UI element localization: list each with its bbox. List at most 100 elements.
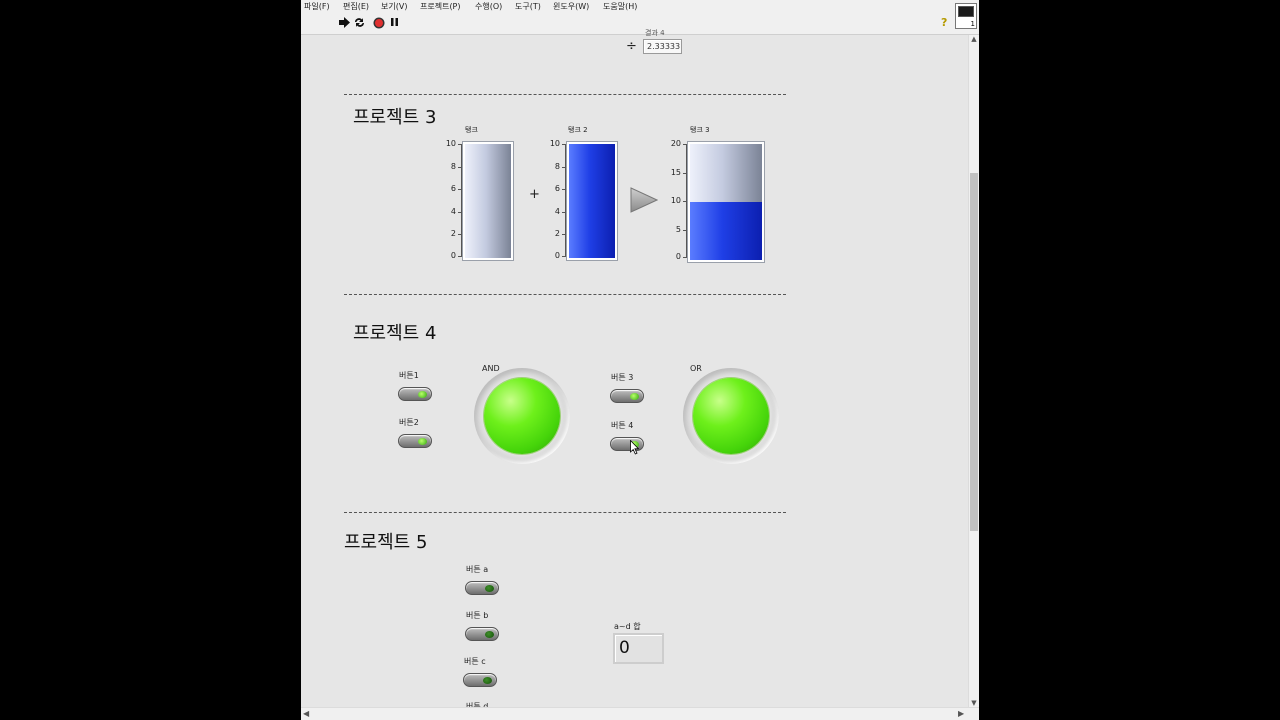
button3-led xyxy=(630,393,639,400)
tank2-tick-label: 4 xyxy=(554,206,560,216)
and-led xyxy=(474,368,570,464)
tank3-tick-label: 10 xyxy=(670,196,681,205)
pause-icon[interactable] xyxy=(390,17,399,30)
labview-front-panel-window: 파일(F) 편집(E) 보기(V) 프로젝트(P) 수행(O) 도구(T) 윈도… xyxy=(301,0,979,720)
play-triangle-icon xyxy=(630,187,658,213)
tank2[interactable] xyxy=(567,142,617,260)
tank3-tick-label: 0 xyxy=(675,252,681,261)
tank1-tick xyxy=(458,166,462,168)
menu-edit[interactable]: 편집(E) xyxy=(343,1,369,12)
run-arrow-icon[interactable] xyxy=(339,17,350,31)
menu-view[interactable]: 보기(V) xyxy=(381,1,407,12)
mouse-cursor-icon xyxy=(630,440,640,455)
context-help-icon[interactable]: ? xyxy=(941,17,947,29)
tank1-tick-label: 10 xyxy=(445,139,456,148)
tank2-fill xyxy=(569,144,615,258)
front-panel-canvas: 결과 4 ÷ 2.33333 프로젝트 3 탱크 10 8 6 4 2 0 + … xyxy=(301,29,968,711)
tank1-tick-label: 0 xyxy=(450,251,456,260)
tank2-tick xyxy=(562,256,566,257)
tank2-tick-label: 6 xyxy=(554,184,560,194)
tank2-tick xyxy=(562,189,566,191)
tank3-tick xyxy=(683,257,687,258)
horizontal-scrollbar[interactable]: ◀ ▶ xyxy=(301,707,979,720)
tank3-scale: 20 15 10 5 0 xyxy=(660,140,687,261)
menu-project[interactable]: 프로젝트(P) xyxy=(420,1,461,12)
tank1-tick-label: 6 xyxy=(450,184,456,194)
abort-stop-icon[interactable] xyxy=(373,17,385,32)
or-led-bulb xyxy=(693,378,769,454)
button1-label: 버튼1 xyxy=(399,371,419,380)
tank3-tick-label: 20 xyxy=(670,139,681,148)
menu-file[interactable]: 파일(F) xyxy=(304,1,330,12)
tank1-tick xyxy=(458,234,462,236)
tank2-scale: 10 8 6 4 2 0 xyxy=(539,140,566,260)
scroll-left-icon[interactable]: ◀ xyxy=(303,709,309,718)
button-a-switch[interactable] xyxy=(465,581,499,595)
tank2-tick xyxy=(562,166,566,168)
button1-led xyxy=(418,391,427,398)
toolbar: ? xyxy=(301,14,979,35)
tank2-tick xyxy=(562,211,566,213)
tank3-tick xyxy=(683,172,687,174)
button-b-label: 버튼 b xyxy=(466,611,489,620)
vi-icon-screen xyxy=(958,6,974,17)
tank1-tick xyxy=(458,256,462,257)
tank2-tick-label: 0 xyxy=(554,251,560,260)
project5-title: 프로젝트 5 xyxy=(344,532,428,553)
scroll-right-icon[interactable]: ▶ xyxy=(958,709,964,718)
section-divider xyxy=(344,94,786,95)
tank1-label: 탱크 xyxy=(465,126,478,134)
menu-operate[interactable]: 수행(O) xyxy=(475,1,502,12)
run-continuously-icon[interactable] xyxy=(354,17,365,31)
menu-help[interactable]: 도움말(H) xyxy=(603,1,637,12)
tank2-tick xyxy=(562,234,566,236)
vertical-scroll-thumb[interactable] xyxy=(970,173,978,531)
vi-icon[interactable]: 1 xyxy=(955,3,977,29)
tank3-fill xyxy=(690,202,762,260)
sum-label: a~d 합 xyxy=(614,622,641,631)
menu-window[interactable]: 윈도우(W) xyxy=(553,1,589,12)
tank2-tick-label: 10 xyxy=(549,139,560,148)
project3-title: 프로젝트 3 xyxy=(353,107,437,128)
and-led-bulb xyxy=(484,378,560,454)
project4-title: 프로젝트 4 xyxy=(353,323,437,344)
tank3-label: 탱크 3 xyxy=(690,126,710,134)
button4-label: 버튼 4 xyxy=(611,421,634,430)
button-a-label: 버튼 a xyxy=(466,565,489,574)
tank1-tick-label: 8 xyxy=(450,161,456,171)
divide-symbol: ÷ xyxy=(626,39,637,54)
button1-switch[interactable] xyxy=(398,387,432,401)
tank2-tick-label: 8 xyxy=(554,161,560,171)
button-c-label: 버튼 c xyxy=(464,657,486,666)
button2-switch[interactable] xyxy=(398,434,432,448)
tank3-tick-label: 15 xyxy=(670,167,681,177)
tank3-tick-label: 5 xyxy=(675,224,681,234)
button-b-switch[interactable] xyxy=(465,627,499,641)
button-c-switch[interactable] xyxy=(463,673,497,687)
button2-led xyxy=(418,438,427,445)
menu-bar: 파일(F) 편집(E) 보기(V) 프로젝트(P) 수행(O) 도구(T) 윈도… xyxy=(301,0,979,14)
button-c-led xyxy=(483,677,492,684)
tank1[interactable] xyxy=(463,142,513,260)
scroll-up-icon[interactable]: ▲ xyxy=(969,35,979,43)
tank3-tick xyxy=(683,229,687,231)
vi-icon-number: 1 xyxy=(970,20,975,28)
scroll-down-icon[interactable]: ▼ xyxy=(969,699,979,707)
result4-label: 결과 4 xyxy=(645,29,665,37)
tank3-tick xyxy=(683,144,687,145)
menu-tools[interactable]: 도구(T) xyxy=(515,1,541,12)
tank2-scale-axis xyxy=(565,144,566,257)
tank3[interactable] xyxy=(688,142,764,262)
tank1-scale-axis xyxy=(461,144,462,257)
or-led-label: OR xyxy=(690,364,702,373)
button3-switch[interactable] xyxy=(610,389,644,403)
vertical-scrollbar[interactable]: ▲ ▼ xyxy=(968,35,979,707)
tank2-tick-label: 2 xyxy=(554,229,560,239)
tank1-scale: 10 8 6 4 2 0 xyxy=(435,140,462,260)
section-divider xyxy=(344,294,786,295)
button-a-led xyxy=(485,585,494,592)
tank2-label: 탱크 2 xyxy=(568,126,588,134)
tank1-tick xyxy=(458,211,462,213)
tank3-tick xyxy=(683,201,687,202)
button3-label: 버튼 3 xyxy=(611,373,634,382)
